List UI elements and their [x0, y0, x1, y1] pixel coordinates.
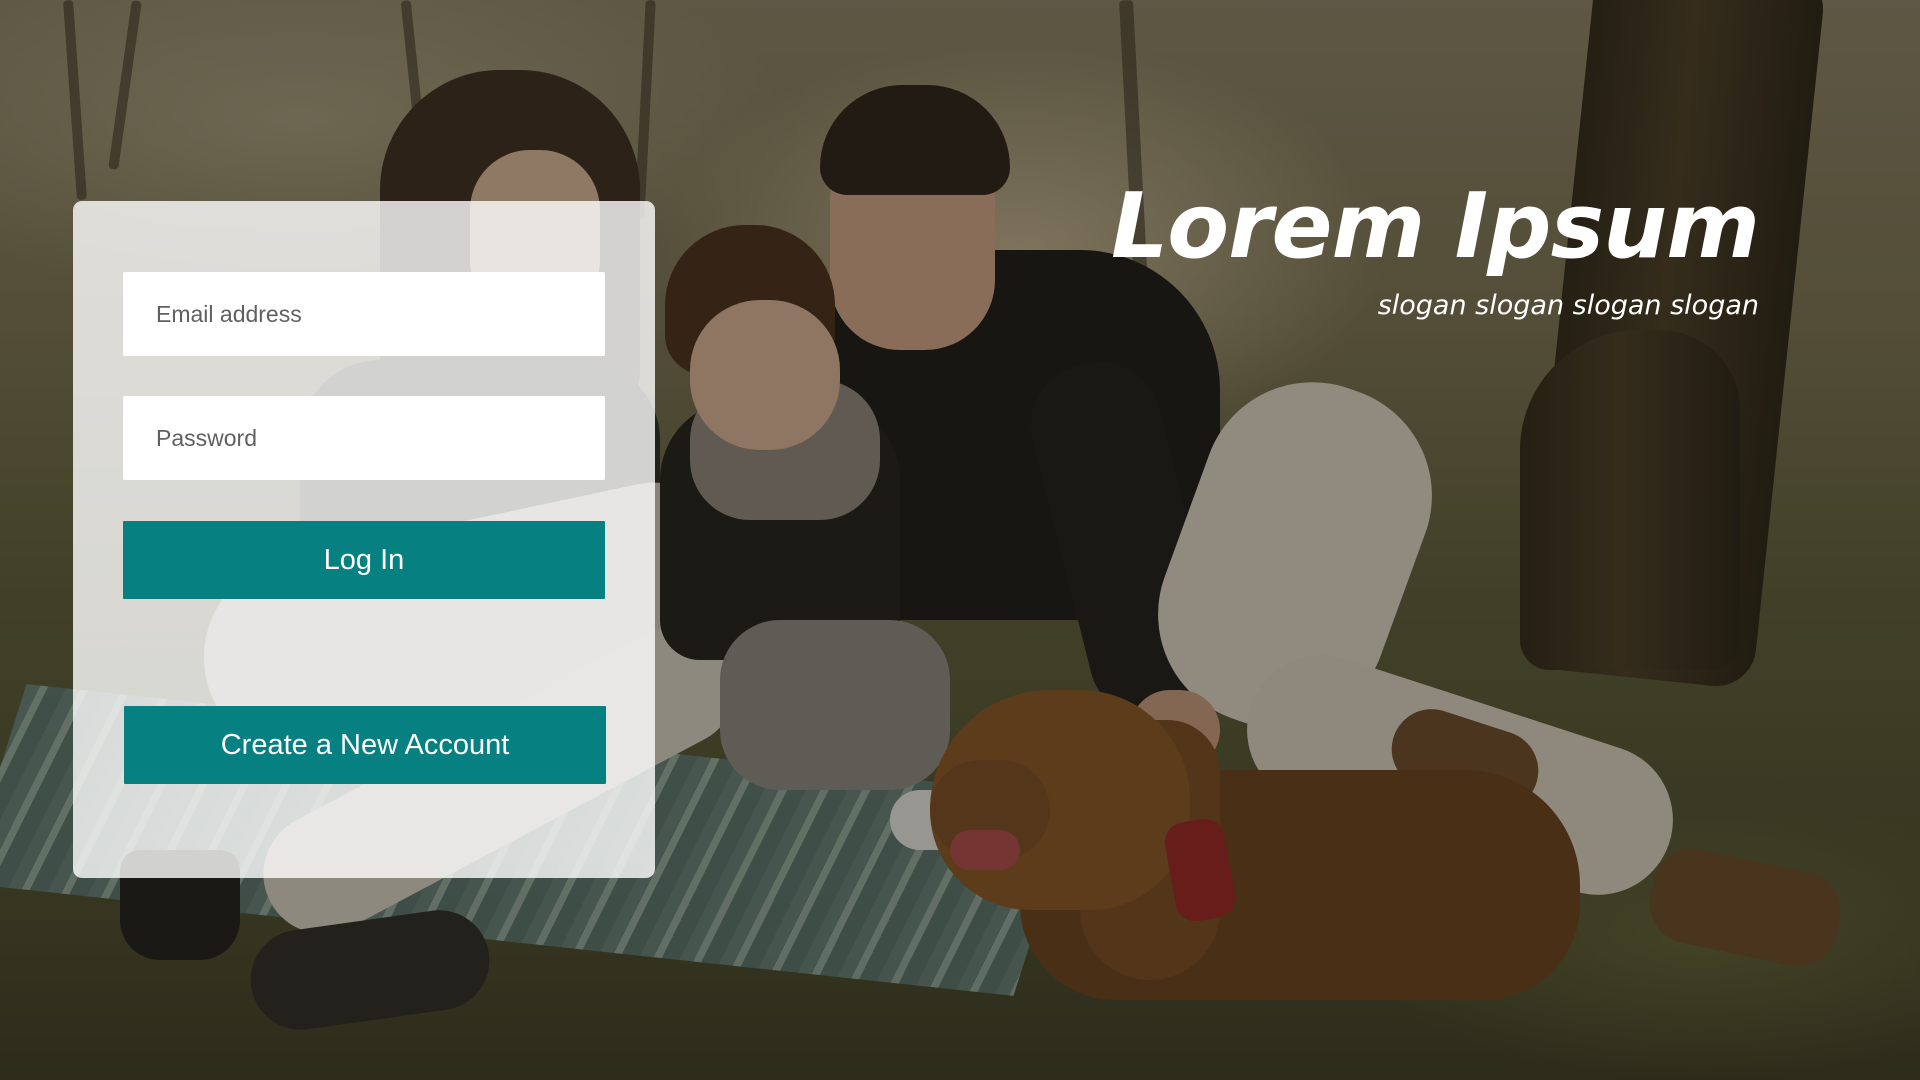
- brand-slogan: slogan slogan slogan slogan: [1377, 290, 1759, 321]
- login-form: Log In Create a New Account: [73, 201, 655, 878]
- create-account-button[interactable]: Create a New Account: [124, 706, 606, 784]
- password-field[interactable]: [123, 396, 605, 480]
- login-page: Log In Create a New Account Lorem Ipsum …: [0, 0, 1920, 1080]
- brand-block: Lorem Ipsum slogan slogan slogan slogan: [1110, 174, 1760, 322]
- log-in-button[interactable]: Log In: [123, 521, 605, 599]
- email-field[interactable]: [123, 272, 605, 356]
- brand-title: Lorem Ipsum: [1110, 174, 1760, 279]
